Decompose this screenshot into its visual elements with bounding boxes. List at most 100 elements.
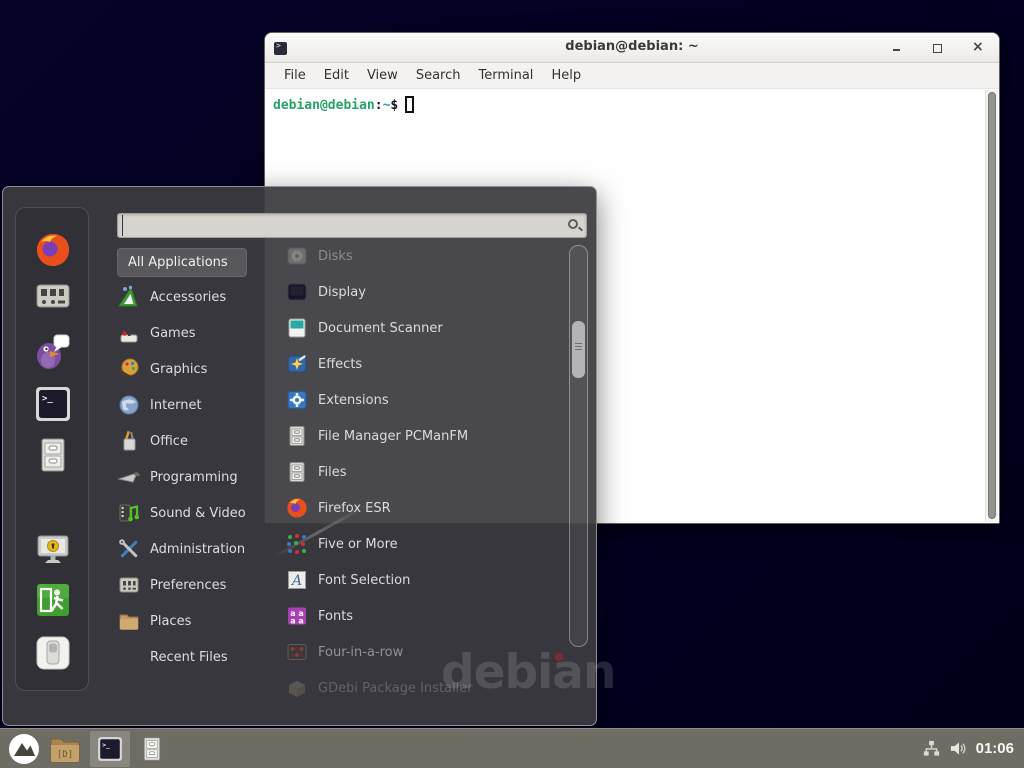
preferences-icon [117, 573, 141, 597]
terminal-cursor [405, 96, 414, 113]
volume-icon[interactable] [949, 739, 968, 758]
accessories-icon [117, 285, 141, 309]
app-label: Firefox ESR [318, 501, 391, 516]
terminal-menubar: File Edit View Search Terminal Help [265, 63, 999, 89]
app-font-selection[interactable]: A Font Selection [285, 562, 557, 598]
menu-scrollbar-track[interactable] [569, 245, 588, 647]
menu-terminal[interactable]: Terminal [469, 68, 542, 83]
shutdown-icon[interactable] [33, 633, 73, 673]
graphics-icon [117, 357, 141, 381]
sound-video-icon [117, 501, 141, 525]
category-label: Recent Files [150, 650, 228, 665]
terminal-icon[interactable]: >_ [33, 384, 73, 424]
menu-edit[interactable]: Edit [315, 68, 358, 83]
menu-button[interactable] [8, 733, 40, 765]
menu-search-input[interactable] [122, 215, 552, 236]
category-all-applications[interactable]: All Applications [117, 248, 247, 277]
svg-text:A: A [290, 573, 302, 589]
desktop: debian@debian: ~ File Edit View Search T… [0, 0, 1024, 768]
window-controls [889, 33, 985, 63]
category-accessories[interactable]: Accessories [117, 279, 283, 315]
prompt-symbol: $ [390, 98, 398, 113]
search-icon [568, 219, 578, 229]
menu-help[interactable]: Help [542, 68, 590, 83]
disks-icon [285, 244, 309, 268]
app-files[interactable]: Files [285, 454, 557, 490]
fonts-icon: a aa a [285, 604, 309, 628]
app-effects[interactable]: Effects [285, 346, 557, 382]
category-label: Administration [150, 542, 245, 557]
category-label: Internet [150, 398, 202, 413]
app-label: Files [318, 465, 347, 480]
menu-file[interactable]: File [275, 68, 315, 83]
application-list: Disks Display Document Scanner Effects E… [285, 238, 557, 706]
app-gdebi-package-installer[interactable]: GDebi Package Installer [285, 670, 557, 706]
menu-view[interactable]: View [358, 68, 407, 83]
firefox-icon[interactable] [33, 230, 73, 270]
prompt-separator: : [375, 98, 383, 113]
lock-screen-icon[interactable] [33, 529, 73, 569]
folder-button[interactable]: [D] [48, 734, 82, 764]
app-document-scanner[interactable]: Document Scanner [285, 310, 557, 346]
category-label: Sound & Video [150, 506, 246, 521]
category-administration[interactable]: Administration [117, 531, 283, 567]
terminal-scrollbar[interactable] [985, 90, 998, 522]
places-icon [117, 609, 141, 633]
category-label: Games [150, 326, 195, 341]
terminal-titlebar[interactable]: debian@debian: ~ [265, 33, 999, 63]
app-disks[interactable]: Disks [285, 238, 557, 274]
document-scanner-icon [285, 316, 309, 340]
category-label: Programming [150, 470, 238, 485]
gdebi-icon [285, 676, 309, 700]
terminal-scrollbar-thumb[interactable] [988, 92, 996, 519]
taskbar: [D] >_ 01:06 [0, 728, 1024, 768]
games-icon [117, 321, 141, 345]
category-office[interactable]: Office [117, 423, 283, 459]
app-label: Display [318, 285, 366, 300]
menu-search[interactable]: Search [407, 68, 470, 83]
category-sound-video[interactable]: Sound & Video [117, 495, 283, 531]
logout-icon[interactable] [33, 580, 73, 620]
control-center-icon[interactable] [33, 276, 73, 316]
category-places[interactable]: Places [117, 603, 283, 639]
file-cabinet-icon [285, 424, 309, 448]
app-fonts[interactable]: a aa a Fonts [285, 598, 557, 634]
svg-text:>_: >_ [42, 394, 53, 404]
files-button[interactable] [138, 735, 166, 763]
category-preferences[interactable]: Preferences [117, 567, 283, 603]
empty-icon [117, 645, 141, 669]
category-recent-files[interactable]: Recent Files [117, 639, 283, 675]
app-five-or-more[interactable]: Five or More [285, 526, 557, 562]
app-label: Effects [318, 357, 362, 372]
category-label: Places [150, 614, 191, 629]
four-in-a-row-icon [285, 640, 309, 664]
app-label: File Manager PCManFM [318, 429, 468, 444]
menu-scrollbar-thumb[interactable] [572, 321, 585, 378]
app-file-manager-pcmanfm[interactable]: File Manager PCManFM [285, 418, 557, 454]
svg-text:>_: >_ [102, 741, 110, 748]
category-internet[interactable]: Internet [117, 387, 283, 423]
favorites-panel: >_ [15, 207, 89, 691]
app-four-in-a-row[interactable]: Four-in-a-row [285, 634, 557, 670]
effects-icon [285, 352, 309, 376]
minimize-button[interactable] [889, 40, 905, 56]
close-button[interactable] [969, 40, 985, 56]
app-firefox-esr[interactable]: Firefox ESR [285, 490, 557, 526]
app-extensions[interactable]: Extensions [285, 382, 557, 418]
taskbar-clock[interactable]: 01:06 [976, 740, 1016, 757]
office-icon [117, 429, 141, 453]
network-icon[interactable] [922, 739, 941, 758]
svg-text:a a: a a [290, 617, 304, 626]
category-games[interactable]: Games [117, 315, 283, 351]
category-label: Accessories [150, 290, 226, 305]
app-display[interactable]: Display [285, 274, 557, 310]
category-graphics[interactable]: Graphics [117, 351, 283, 387]
app-label: GDebi Package Installer [318, 681, 473, 696]
pidgin-icon[interactable] [33, 331, 73, 371]
category-programming[interactable]: Programming [117, 459, 283, 495]
display-icon [285, 280, 309, 304]
terminal-button[interactable]: >_ [90, 731, 130, 767]
app-label: Five or More [318, 537, 398, 552]
file-cabinet-icon[interactable] [33, 435, 73, 475]
maximize-button[interactable] [929, 40, 945, 56]
